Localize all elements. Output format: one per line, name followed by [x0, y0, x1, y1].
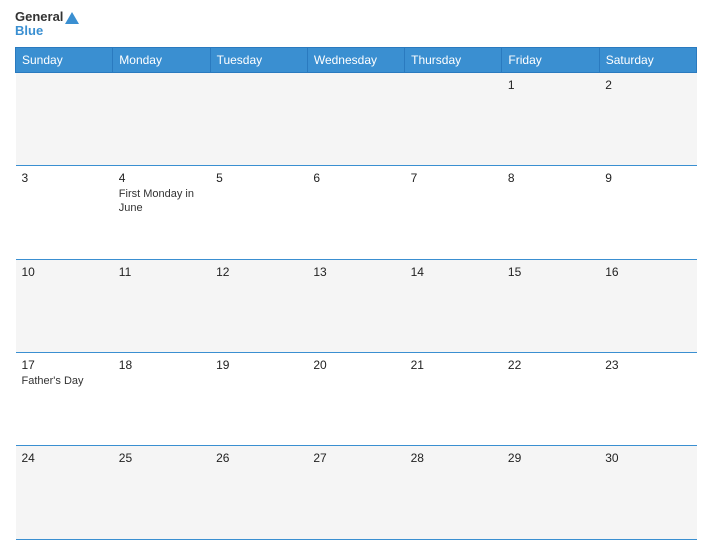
- day-number: 1: [508, 78, 593, 92]
- weekday-header-row: SundayMondayTuesdayWednesdayThursdayFrid…: [16, 47, 697, 72]
- calendar-cell: [307, 72, 404, 165]
- day-number: 10: [22, 265, 107, 279]
- logo-blue-text: Blue: [15, 24, 79, 38]
- calendar-cell: 8: [502, 166, 599, 259]
- day-number: 23: [605, 358, 690, 372]
- weekday-header-wednesday: Wednesday: [307, 47, 404, 72]
- day-number: 29: [508, 451, 593, 465]
- calendar-cell: 14: [405, 259, 502, 352]
- calendar-week-row: 10 11 12 13 14 15 16: [16, 259, 697, 352]
- calendar-cell: 17 Father's Day: [16, 353, 113, 446]
- day-number: 18: [119, 358, 204, 372]
- day-number: 11: [119, 265, 204, 279]
- page-header: General Blue: [15, 10, 697, 39]
- calendar-cell: 12: [210, 259, 307, 352]
- day-number: 15: [508, 265, 593, 279]
- calendar-cell: 22: [502, 353, 599, 446]
- day-number: 30: [605, 451, 690, 465]
- calendar-cell: 28: [405, 446, 502, 540]
- calendar-cell: [16, 72, 113, 165]
- calendar-cell: 30: [599, 446, 696, 540]
- calendar-week-row: 17 Father's Day 18 19 20 21 22 23: [16, 353, 697, 446]
- day-number: 20: [313, 358, 398, 372]
- calendar-cell: 23: [599, 353, 696, 446]
- calendar-week-row: 12: [16, 72, 697, 165]
- calendar-cell: 1: [502, 72, 599, 165]
- weekday-header-saturday: Saturday: [599, 47, 696, 72]
- calendar-cell: 3: [16, 166, 113, 259]
- day-number: 2: [605, 78, 690, 92]
- day-number: 22: [508, 358, 593, 372]
- day-number: 8: [508, 171, 593, 185]
- logo-general-text: General: [15, 10, 79, 24]
- day-number: 21: [411, 358, 496, 372]
- weekday-header-friday: Friday: [502, 47, 599, 72]
- logo-triangle-icon: [65, 12, 79, 24]
- calendar-week-row: 34 First Monday in June 56789: [16, 166, 697, 259]
- calendar-cell: 9: [599, 166, 696, 259]
- day-number: 26: [216, 451, 301, 465]
- day-number: 28: [411, 451, 496, 465]
- day-number: 7: [411, 171, 496, 185]
- calendar-cell: 29: [502, 446, 599, 540]
- calendar-cell: 2: [599, 72, 696, 165]
- calendar-cell: [113, 72, 210, 165]
- weekday-header-thursday: Thursday: [405, 47, 502, 72]
- day-number: 17: [22, 358, 107, 372]
- calendar-event: Father's Day: [22, 374, 107, 388]
- calendar-cell: 18: [113, 353, 210, 446]
- calendar-cell: 26: [210, 446, 307, 540]
- weekday-header-tuesday: Tuesday: [210, 47, 307, 72]
- calendar-cell: 27: [307, 446, 404, 540]
- day-number: 9: [605, 171, 690, 185]
- day-number: 5: [216, 171, 301, 185]
- calendar-cell: 7: [405, 166, 502, 259]
- calendar-cell: 20: [307, 353, 404, 446]
- calendar-cell: 15: [502, 259, 599, 352]
- day-number: 19: [216, 358, 301, 372]
- day-number: 12: [216, 265, 301, 279]
- calendar-table: SundayMondayTuesdayWednesdayThursdayFrid…: [15, 47, 697, 540]
- calendar-cell: 13: [307, 259, 404, 352]
- calendar-cell: 19: [210, 353, 307, 446]
- weekday-header-monday: Monday: [113, 47, 210, 72]
- day-number: 13: [313, 265, 398, 279]
- day-number: 4: [119, 171, 204, 185]
- calendar-cell: 24: [16, 446, 113, 540]
- calendar-cell: 25: [113, 446, 210, 540]
- weekday-header-sunday: Sunday: [16, 47, 113, 72]
- calendar-cell: 4 First Monday in June: [113, 166, 210, 259]
- day-number: 25: [119, 451, 204, 465]
- calendar-cell: 21: [405, 353, 502, 446]
- calendar-cell: 16: [599, 259, 696, 352]
- calendar-cell: 5: [210, 166, 307, 259]
- day-number: 3: [22, 171, 107, 185]
- logo: General Blue: [15, 10, 79, 39]
- calendar-cell: [405, 72, 502, 165]
- day-number: 24: [22, 451, 107, 465]
- calendar-week-row: 24 25 26 27 28 29 30: [16, 446, 697, 540]
- day-number: 27: [313, 451, 398, 465]
- day-number: 6: [313, 171, 398, 185]
- calendar-event: First Monday in June: [119, 187, 204, 216]
- calendar-cell: [210, 72, 307, 165]
- day-number: 14: [411, 265, 496, 279]
- calendar-cell: 10: [16, 259, 113, 352]
- calendar-cell: 11: [113, 259, 210, 352]
- day-number: 16: [605, 265, 690, 279]
- calendar-cell: 6: [307, 166, 404, 259]
